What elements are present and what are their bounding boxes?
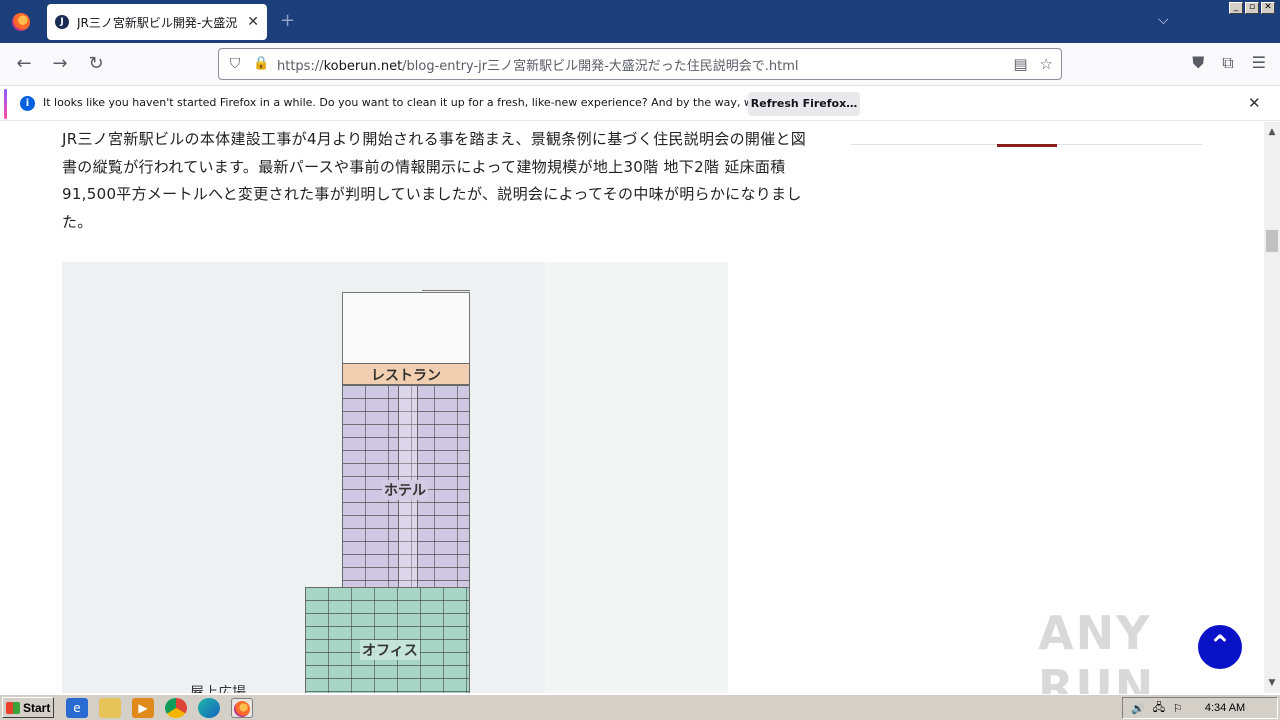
restore-button[interactable]: ▫ — [1245, 2, 1259, 14]
url-bar[interactable]: ⛉ 🔒 https://koberun.net/blog-entry-jr三ノ宮… — [218, 48, 1062, 80]
clock[interactable]: 4:34 AM — [1205, 702, 1245, 714]
minimize-button[interactable]: _ — [1229, 2, 1243, 14]
back-button[interactable]: ← — [12, 53, 36, 77]
scroll-down-arrow-icon[interactable]: ▼ — [1264, 675, 1280, 691]
notification-text: It looks like you haven't started Firefo… — [43, 96, 827, 109]
lock-icon[interactable]: 🔒 — [253, 56, 269, 72]
restaurant-label: レストラン — [371, 368, 441, 384]
tab-bar: J JR三ノ宮新駅ビル開発-大盛況だっ ✕ + ⌵ _ ▫ ✕ — [0, 0, 1280, 43]
tab-list-chevron-icon[interactable]: ⌵ — [1158, 12, 1169, 28]
action-center-flag-icon[interactable]: ⚐ — [1173, 702, 1183, 715]
tracking-shield-icon[interactable]: ⛉ — [227, 56, 243, 72]
toolbar-right: ⛊ ⧉ ☰ — [1192, 53, 1266, 73]
firefox-view-button[interactable] — [0, 0, 42, 43]
system-tray: 🔊 🖧 ⚐ 4:34 AM — [1122, 697, 1278, 719]
firefox-logo-icon — [12, 12, 30, 31]
tab-active[interactable]: J JR三ノ宮新駅ビル開発-大盛況だっ ✕ — [47, 4, 267, 40]
edge-icon[interactable] — [198, 698, 220, 718]
notification-close-icon[interactable]: ✕ — [1248, 94, 1261, 112]
taskbar: Start e ▶ 🔊 🖧 ⚐ 4:34 AM — [0, 694, 1280, 720]
figure-background — [545, 262, 728, 693]
window-controls: _ ▫ ✕ — [1229, 2, 1275, 14]
url-host: koberun.net — [323, 58, 403, 74]
volume-icon[interactable]: 🔊 — [1131, 702, 1145, 715]
scroll-up-arrow-icon[interactable]: ▲ — [1264, 124, 1280, 140]
forward-button[interactable]: → — [48, 53, 72, 77]
url-scheme: https:// — [277, 58, 324, 74]
vertical-scrollbar[interactable]: ▲ ▼ — [1264, 122, 1280, 693]
pocket-icon[interactable]: ⛊ — [1192, 53, 1204, 73]
info-icon: i — [20, 96, 35, 111]
start-button[interactable]: Start — [2, 697, 54, 718]
bookmark-star-icon[interactable]: ☆ — [1040, 55, 1053, 73]
scroll-to-top-button[interactable]: ⌃ — [1198, 625, 1242, 669]
network-icon[interactable]: 🖧 — [1153, 699, 1165, 718]
chrome-icon[interactable] — [165, 698, 187, 718]
scrollbar-thumb[interactable] — [1266, 230, 1278, 252]
internet-explorer-icon[interactable]: e — [66, 698, 88, 718]
url-bar-actions: ▤ ☆ — [1013, 55, 1053, 73]
extensions-icon[interactable]: ⧉ — [1222, 53, 1233, 73]
new-tab-button[interactable]: + — [280, 10, 295, 31]
office-label: オフィス — [360, 640, 420, 660]
reader-view-icon[interactable]: ▤ — [1013, 55, 1027, 73]
notification-bar: i It looks like you haven't started Fire… — [0, 87, 1280, 121]
building-section-diagram: レストラン ホテル オフィス 屋上広場 — [62, 262, 728, 693]
tab-title: JR三ノ宮新駅ビル開発-大盛況だっ — [77, 15, 237, 30]
tab-close-icon[interactable]: ✕ — [247, 14, 259, 30]
roof-parapet — [422, 290, 470, 304]
windows-logo-icon — [6, 701, 20, 714]
sidebar-accent-bar — [997, 144, 1057, 147]
rooftop-plaza-label: 屋上広場 — [190, 685, 246, 693]
start-label: Start — [23, 700, 51, 715]
refresh-firefox-button[interactable]: Refresh Firefox… — [748, 92, 860, 116]
menu-icon[interactable]: ☰ — [1252, 53, 1266, 73]
notification-accent — [4, 89, 7, 119]
quick-launch: e ▶ — [66, 698, 253, 718]
url-path: /blog-entry-jr三ノ宮新駅ビル開発-大盛況だった住民説明会で.htm… — [402, 58, 799, 74]
hotel-label: ホテル — [382, 480, 428, 500]
close-window-button[interactable]: ✕ — [1261, 2, 1275, 14]
article-paragraph: JR三ノ宮新駅ビルの本体建設工事が4月より開始される事を踏まえ、景観条例に基づく… — [62, 130, 807, 231]
site-favicon-icon: J — [55, 15, 69, 29]
navigation-toolbar: ← → ↻ ⛉ 🔒 https://koberun.net/blog-entry… — [0, 43, 1280, 86]
url-text[interactable]: https://koberun.net/blog-entry-jr三ノ宮新駅ビル… — [277, 55, 799, 74]
firefox-taskbar-icon[interactable] — [231, 698, 253, 718]
reload-button[interactable]: ↻ — [84, 53, 108, 77]
firefox-icon — [234, 701, 250, 717]
folder-icon[interactable] — [99, 698, 121, 718]
media-player-icon[interactable]: ▶ — [132, 698, 154, 718]
